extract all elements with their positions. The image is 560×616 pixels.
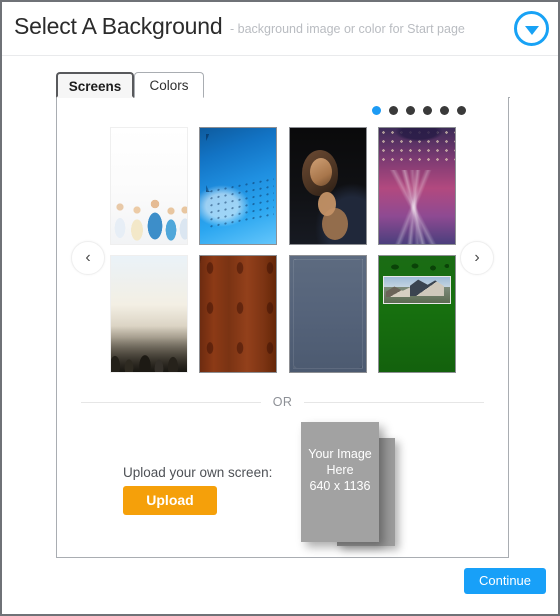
dialog-footer: Continue xyxy=(2,558,558,614)
page-subtitle: - background image or color for Start pa… xyxy=(230,22,465,36)
carousel-dot-4[interactable] xyxy=(423,106,432,115)
upload-instruction-label: Upload your own screen: xyxy=(123,465,273,480)
denim-texture-screen[interactable] xyxy=(288,255,367,373)
placeholder-line-3: 640 x 1136 xyxy=(309,479,371,493)
carousel-dot-1[interactable] xyxy=(372,106,381,115)
caret-down-glyph xyxy=(524,25,539,35)
carousel-dot-6[interactable] xyxy=(457,106,466,115)
thumbnail-row-2 xyxy=(110,255,456,373)
dialog-header: Select A Background - background image o… xyxy=(2,2,558,56)
select-background-dialog: Select A Background - background image o… xyxy=(0,0,560,616)
green-script-art xyxy=(384,260,449,274)
image-placeholder-stack: Your Image Here 640 x 1136 xyxy=(297,420,413,550)
divider-label: OR xyxy=(272,395,293,409)
chevron-right-icon[interactable]: › xyxy=(460,241,494,275)
chevron-left-icon[interactable]: ‹ xyxy=(71,241,105,275)
or-divider: OR xyxy=(81,393,484,411)
page-title: Select A Background xyxy=(14,13,223,39)
blue-technology-screen[interactable] xyxy=(199,127,278,245)
fashion-portrait-screen[interactable] xyxy=(288,127,367,245)
concert-stage-screen[interactable] xyxy=(377,127,456,245)
carousel-dot-2[interactable] xyxy=(389,106,398,115)
continue-button[interactable]: Continue xyxy=(464,568,546,594)
leather-texture-screen[interactable] xyxy=(199,255,278,373)
screens-carousel: ‹ › xyxy=(57,121,508,398)
placeholder-line-2: Here xyxy=(326,463,354,477)
crowd-audience-screen[interactable] xyxy=(110,255,188,373)
divider-line-left xyxy=(81,401,261,403)
placeholder-front-sheet[interactable]: Your Image Here 640 x 1136 xyxy=(301,422,379,542)
screens-panel: ‹ › OR Upload your own screen: Upload Yo… xyxy=(56,97,509,558)
carousel-pagination-dots xyxy=(372,106,466,115)
house-photo xyxy=(382,276,451,304)
medical-team-screen[interactable] xyxy=(110,127,188,245)
divider-line-right xyxy=(304,401,484,403)
real-estate-house-screen[interactable] xyxy=(377,255,456,373)
thumbnail-row-1 xyxy=(110,127,456,245)
circle-caret-down-icon[interactable] xyxy=(514,11,549,46)
carousel-dot-3[interactable] xyxy=(406,106,415,115)
upload-section: Upload your own screen: Upload Your Imag… xyxy=(57,419,508,557)
carousel-dot-5[interactable] xyxy=(440,106,449,115)
screen-thumbnail-grid xyxy=(110,127,456,383)
placeholder-line-1: Your Image xyxy=(308,447,372,461)
upload-button[interactable]: Upload xyxy=(123,486,217,515)
tab-screens[interactable]: Screens xyxy=(56,72,134,98)
tab-colors[interactable]: Colors xyxy=(134,72,204,98)
tab-bar: Screens Colors xyxy=(2,56,558,98)
